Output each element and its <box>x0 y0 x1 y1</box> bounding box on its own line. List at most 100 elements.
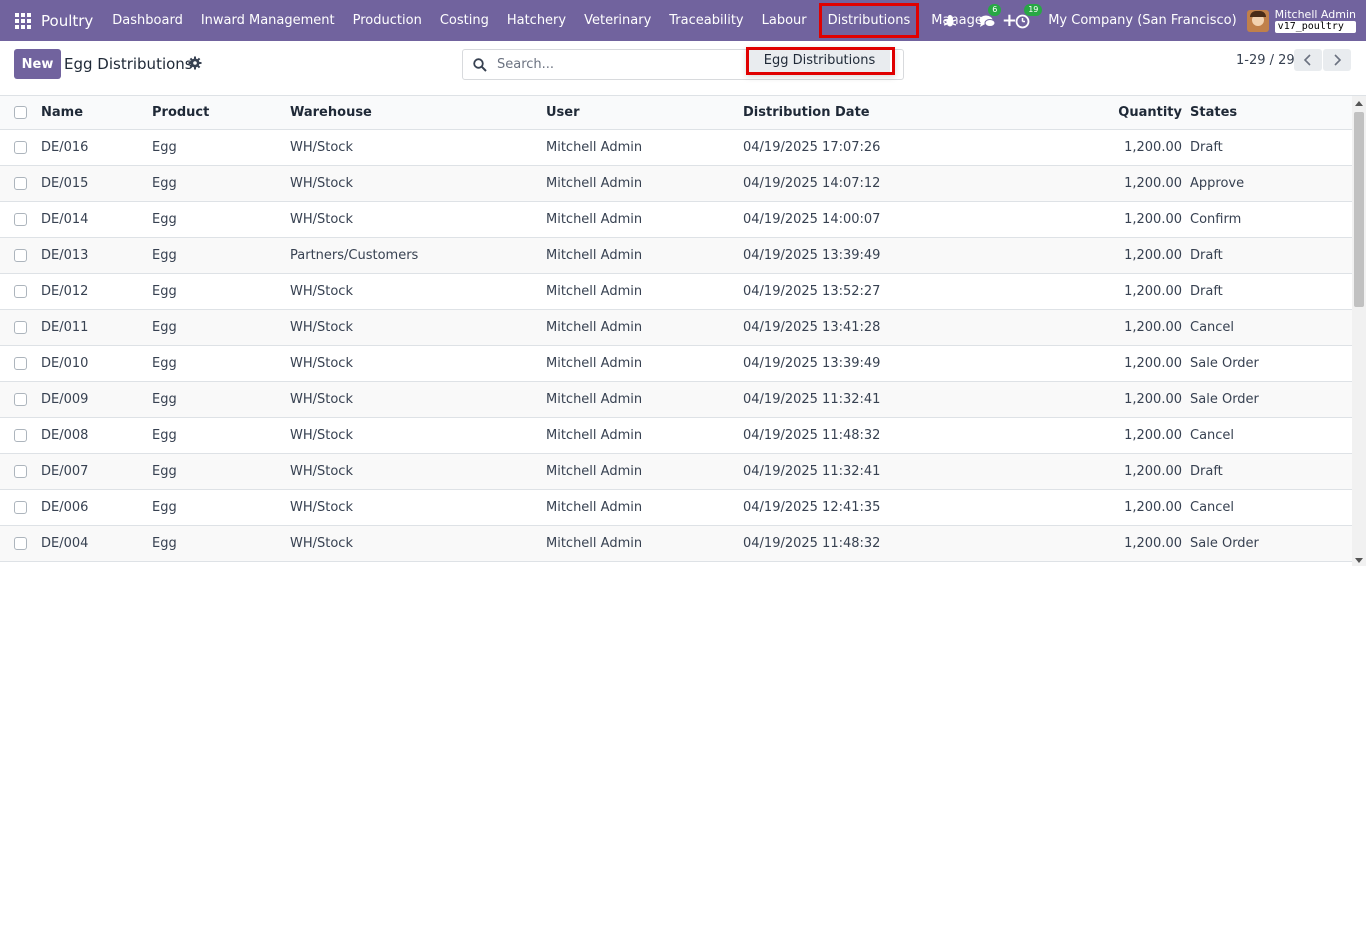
nav-item-veterinary[interactable]: Veterinary <box>575 0 660 41</box>
nav-item-production[interactable]: Production <box>344 0 431 41</box>
row-checkbox[interactable] <box>14 537 27 550</box>
row-checkbox[interactable] <box>14 141 27 154</box>
row-checkbox[interactable] <box>14 429 27 442</box>
column-header-name[interactable]: Name <box>41 105 83 120</box>
table-row[interactable]: DE/015 Egg WH/Stock Mitchell Admin 04/19/202… <box>0 166 1352 202</box>
bug-icon[interactable] <box>943 12 961 30</box>
top-navbar: Poultry Dashboard Inward Management Prod… <box>0 0 1366 41</box>
cell-quantity: 1,200.00 <box>1124 320 1182 335</box>
cell-state: Cancel <box>1190 428 1235 443</box>
cell-name: DE/010 <box>41 356 89 371</box>
messages-count-badge: 6 <box>988 3 1002 16</box>
nav-item-costing[interactable]: Costing <box>431 0 498 41</box>
cell-warehouse: WH/Stock <box>290 356 353 371</box>
nav-item-distributions[interactable]: Distributions <box>818 3 920 38</box>
list-view: Name Product Warehouse User Distribution… <box>0 96 1352 566</box>
cell-quantity: 1,200.00 <box>1124 140 1182 155</box>
cell-distribution-date: 04/19/2025 11:48:32 <box>743 536 881 551</box>
row-checkbox[interactable] <box>14 285 27 298</box>
column-header-distribution-date[interactable]: Distribution Date <box>743 105 870 120</box>
activities-count-badge: 19 <box>1024 3 1043 16</box>
cell-user: Mitchell Admin <box>546 392 643 407</box>
cell-name: DE/016 <box>41 140 89 155</box>
user-menu[interactable]: Mitchell Admin v17_poultry <box>1274 7 1356 33</box>
table-row[interactable]: DE/007 Egg WH/Stock Mitchell Admin 04/19/202… <box>0 454 1352 490</box>
nav-item-hatchery[interactable]: Hatchery <box>498 0 575 41</box>
column-header-user[interactable]: User <box>546 105 580 120</box>
scroll-up-arrow-icon[interactable] <box>1355 101 1363 106</box>
cell-state: Cancel <box>1190 320 1235 335</box>
user-name: Mitchell Admin <box>1274 7 1356 21</box>
cell-name: DE/004 <box>41 536 89 551</box>
table-row[interactable]: DE/011 Egg WH/Stock Mitchell Admin 04/19/202… <box>0 310 1352 346</box>
cell-quantity: 1,200.00 <box>1124 428 1182 443</box>
nav-item-labour[interactable]: Labour <box>753 0 816 41</box>
table-row[interactable]: DE/016 Egg WH/Stock Mitchell Admin 04/19/202… <box>0 130 1352 166</box>
nav-item-traceability[interactable]: Traceability <box>660 0 752 41</box>
apps-grid-icon[interactable] <box>15 12 31 29</box>
chevron-right-icon <box>1334 54 1342 66</box>
distributions-dropdown: Egg Distributions <box>746 47 895 75</box>
pager-next-button[interactable] <box>1323 49 1351 71</box>
row-checkbox[interactable] <box>14 213 27 226</box>
cell-name: DE/015 <box>41 176 89 191</box>
row-checkbox[interactable] <box>14 501 27 514</box>
avatar[interactable] <box>1246 9 1269 32</box>
cell-user: Mitchell Admin <box>546 536 643 551</box>
cell-warehouse: WH/Stock <box>290 428 353 443</box>
cell-state: Cancel <box>1190 500 1235 515</box>
company-switcher[interactable]: My Company (San Francisco) <box>1048 13 1236 28</box>
cell-user: Mitchell Admin <box>546 500 643 515</box>
table-row[interactable]: DE/013 Egg Partners/Customers Mitchell Admi… <box>0 238 1352 274</box>
table-row[interactable]: DE/010 Egg WH/Stock Mitchell Admin 04/19/202… <box>0 346 1352 382</box>
select-all-checkbox[interactable] <box>14 106 27 119</box>
nav-item-dashboard[interactable]: Dashboard <box>103 0 192 41</box>
cell-state: Confirm <box>1190 212 1242 227</box>
cell-state: Sale Order <box>1190 356 1259 371</box>
cell-state: Sale Order <box>1190 536 1259 551</box>
column-header-product[interactable]: Product <box>152 105 209 120</box>
cell-distribution-date: 04/19/2025 11:48:32 <box>743 428 881 443</box>
cell-quantity: 1,200.00 <box>1124 464 1182 479</box>
chevron-left-icon <box>1303 54 1311 66</box>
cell-user: Mitchell Admin <box>546 320 643 335</box>
app-brand[interactable]: Poultry <box>41 12 93 30</box>
cell-name: DE/008 <box>41 428 89 443</box>
column-header-warehouse[interactable]: Warehouse <box>290 105 372 120</box>
clock-icon[interactable]: 19 <box>1015 3 1043 30</box>
cell-quantity: 1,200.00 <box>1124 536 1182 551</box>
gear-icon[interactable] <box>188 56 202 70</box>
vertical-scrollbar[interactable] <box>1352 96 1366 566</box>
cell-name: DE/012 <box>41 284 89 299</box>
pager-previous-button[interactable] <box>1294 49 1322 71</box>
pager-value[interactable]: 1-29 / 29 <box>1236 53 1295 68</box>
scroll-thumb[interactable] <box>1354 112 1364 307</box>
table-row[interactable]: DE/009 Egg WH/Stock Mitchell Admin 04/19/202… <box>0 382 1352 418</box>
table-row[interactable]: DE/006 Egg WH/Stock Mitchell Admin 04/19/202… <box>0 490 1352 526</box>
row-checkbox[interactable] <box>14 321 27 334</box>
row-checkbox[interactable] <box>14 393 27 406</box>
cell-warehouse: Partners/Customers <box>290 248 419 263</box>
row-checkbox[interactable] <box>14 357 27 370</box>
scroll-down-arrow-icon[interactable] <box>1355 558 1363 563</box>
cell-warehouse: WH/Stock <box>290 140 353 155</box>
table-row[interactable]: DE/004 Egg WH/Stock Mitchell Admin 04/19/202… <box>0 526 1352 562</box>
row-checkbox[interactable] <box>14 465 27 478</box>
menu-item-egg-distributions[interactable]: Egg Distributions <box>749 50 890 72</box>
cell-quantity: 1,200.00 <box>1124 500 1182 515</box>
table-row[interactable]: DE/012 Egg WH/Stock Mitchell Admin 04/19/202… <box>0 274 1352 310</box>
cell-warehouse: WH/Stock <box>290 536 353 551</box>
new-button[interactable]: New <box>14 49 61 79</box>
column-header-states[interactable]: States <box>1190 105 1237 120</box>
column-header-quantity[interactable]: Quantity <box>1092 105 1182 120</box>
table-row[interactable]: DE/014 Egg WH/Stock Mitchell Admin 04/19/202… <box>0 202 1352 238</box>
cell-warehouse: WH/Stock <box>290 176 353 191</box>
cell-warehouse: WH/Stock <box>290 284 353 299</box>
cell-user: Mitchell Admin <box>546 140 643 155</box>
table-row[interactable]: DE/008 Egg WH/Stock Mitchell Admin 04/19/202… <box>0 418 1352 454</box>
row-checkbox[interactable] <box>14 177 27 190</box>
row-checkbox[interactable] <box>14 249 27 262</box>
cell-distribution-date: 04/19/2025 11:32:41 <box>743 392 881 407</box>
nav-item-inward-management[interactable]: Inward Management <box>192 0 344 41</box>
chat-icon[interactable]: 6 <box>979 3 1002 30</box>
